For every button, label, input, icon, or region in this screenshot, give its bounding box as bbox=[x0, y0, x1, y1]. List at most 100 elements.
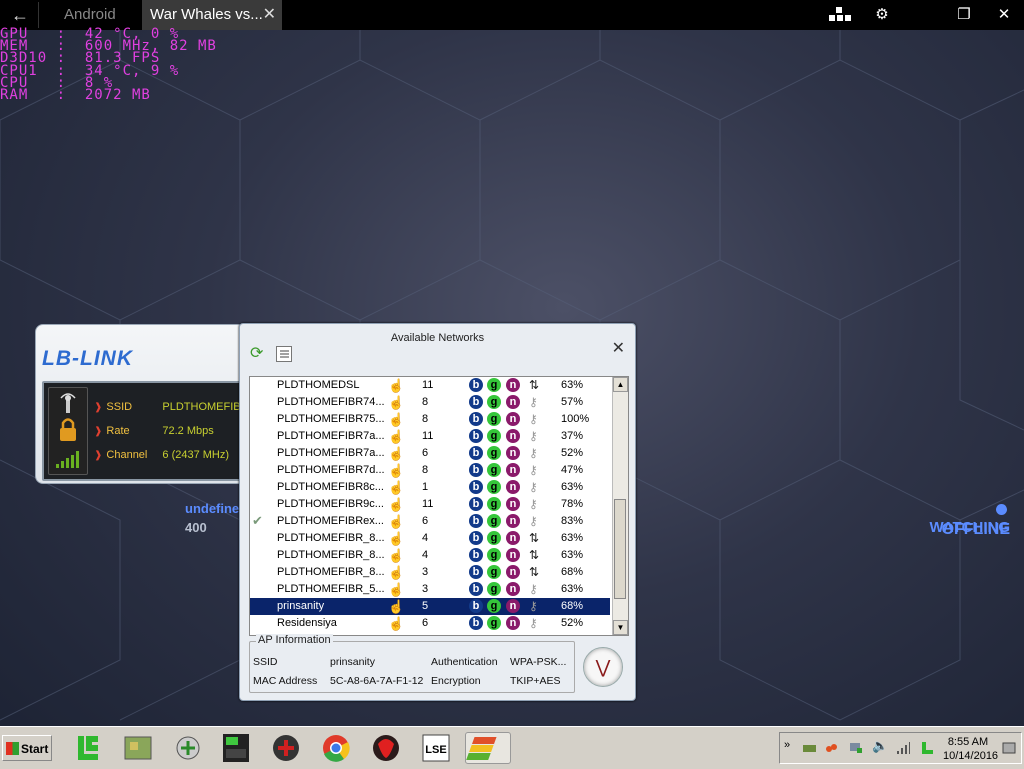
standard-n-icon: n bbox=[506, 412, 520, 426]
show-desktop-icon[interactable] bbox=[1002, 741, 1016, 755]
garena-icon[interactable] bbox=[370, 732, 402, 764]
network-ssid: PLDTHOMEFIBR_8... bbox=[277, 549, 385, 561]
lse-icon[interactable]: LSE bbox=[420, 732, 452, 764]
standard-g-icon: g bbox=[487, 395, 501, 409]
scrollbar[interactable]: ▲ ▼ bbox=[612, 377, 628, 635]
start-button[interactable]: Start bbox=[2, 735, 52, 761]
network-ssid: PLDTHOMEFIBR7a... bbox=[277, 430, 385, 442]
network-row[interactable]: PLDTHOMEFIBR_5... ☝ 3 b g n ⚷ 63% bbox=[250, 581, 610, 598]
network-tray-icon[interactable] bbox=[848, 741, 862, 755]
network-row[interactable]: PLDTHOMEFIBR7a... ☝ 11 b g n ⚷ 37% bbox=[250, 428, 610, 445]
network-row[interactable]: PLDTHOMEDSL ☝ 11 b g n ⇅ 63% bbox=[250, 377, 610, 394]
rate-value: 72.2 Mbps bbox=[162, 425, 214, 437]
crossfire-icon[interactable] bbox=[270, 732, 302, 764]
ssid-label: SSID bbox=[106, 401, 133, 413]
bluestacks-icon[interactable] bbox=[465, 732, 511, 764]
network-channel: 3 bbox=[422, 583, 429, 595]
open-arrows-icon: ⇅ bbox=[529, 378, 540, 392]
network-row[interactable]: PLDTHOMEFIBR9c... ☝ 11 b g n ⚷ 78% bbox=[250, 496, 610, 513]
settings-button[interactable]: ⚙ bbox=[862, 0, 902, 30]
network-ssid: PLDTHOMEFIBR9c... bbox=[277, 498, 384, 510]
network-ssid: PLDTHOMEFIBR7a... bbox=[277, 447, 385, 459]
close-window-icon[interactable]: ✕ bbox=[612, 338, 625, 358]
network-signal-percent: 63% bbox=[561, 379, 584, 391]
network-channel: 4 bbox=[422, 532, 429, 544]
scroll-thumb[interactable] bbox=[614, 499, 626, 599]
scroll-down-icon[interactable]: ▼ bbox=[613, 620, 628, 635]
gpu-z-icon[interactable] bbox=[220, 732, 252, 764]
standard-g-icon: g bbox=[487, 378, 501, 392]
channel-value: 6 (2437 MHz) bbox=[162, 449, 230, 461]
key-icon: ⚷ bbox=[529, 497, 538, 511]
volume-icon[interactable]: 🔈 bbox=[872, 738, 888, 753]
keymap-button[interactable] bbox=[820, 0, 860, 30]
network-row[interactable]: PLDTHOMEFIBR74... ☝ 8 b g n ⚷ 57% bbox=[250, 394, 610, 411]
network-channel: 1 bbox=[422, 481, 429, 493]
standard-b-icon: b bbox=[469, 395, 483, 409]
network-row[interactable]: prinsanity ☝ 5 b g n ⚷ 68% bbox=[250, 598, 610, 615]
open-arrows-icon: ⇅ bbox=[529, 565, 540, 579]
close-button[interactable]: ✕ bbox=[984, 0, 1024, 30]
list-view-icon[interactable] bbox=[276, 346, 292, 362]
key-icon: ⚷ bbox=[529, 395, 538, 409]
lb-link-tray-icon[interactable] bbox=[920, 741, 934, 755]
network-signal-percent: 57% bbox=[561, 396, 584, 408]
network-row[interactable]: PLDTHOMEFIBR_8... ☝ 3 b g n ⇅ 68% bbox=[250, 564, 610, 581]
network-icon[interactable] bbox=[172, 732, 204, 764]
network-row[interactable]: ✔ PLDTHOMEFIBRex... ☝ 6 b g n ⚷ 83% bbox=[250, 513, 610, 530]
wifi-connect-button[interactable]: ⋁ bbox=[583, 647, 623, 687]
scroll-up-icon[interactable]: ▲ bbox=[613, 377, 628, 392]
network-channel: 6 bbox=[422, 515, 429, 527]
signal-hand-icon: ☝ bbox=[388, 480, 405, 495]
network-row[interactable]: Residensiya ☝ 6 b g n ⚷ 52% bbox=[250, 615, 610, 632]
ap-ssid-label: SSID bbox=[253, 656, 278, 668]
lblink-rate-row: ❱ Rate 72.2 Mbps bbox=[94, 425, 214, 437]
gear-icon: ⚙ bbox=[875, 6, 889, 23]
lb-link-icon[interactable] bbox=[72, 732, 104, 764]
key-icon: ⚷ bbox=[529, 582, 538, 596]
cloud-tray-icon[interactable] bbox=[824, 741, 838, 755]
refresh-icon[interactable]: ⟳ bbox=[250, 346, 266, 362]
network-row[interactable]: PLDTHOMEFIBR_8... ☝ 4 b g n ⇅ 63% bbox=[250, 547, 610, 564]
network-channel: 8 bbox=[422, 413, 429, 425]
standard-g-icon: g bbox=[487, 480, 501, 494]
signal-hand-icon: ☝ bbox=[388, 497, 405, 512]
standard-n-icon: n bbox=[506, 497, 520, 511]
lblink-ssid-row: ❱ SSID PLDTHOMEFIB bbox=[94, 401, 241, 413]
network-row[interactable]: PLDTHOMEFIBR8c... ☝ 1 b g n ⚷ 63% bbox=[250, 479, 610, 496]
keymap-icon bbox=[829, 7, 851, 21]
bluestacks-tray-icon[interactable] bbox=[802, 741, 816, 755]
standard-b-icon: b bbox=[469, 599, 483, 613]
lblink-status-box: ❱ SSID PLDTHOMEFIB ❱ Rate 72.2 Mbps ❱ Channel… bbox=[42, 381, 256, 481]
key-icon: ⚷ bbox=[529, 480, 538, 494]
standard-n-icon: n bbox=[506, 378, 520, 392]
standard-n-icon: n bbox=[506, 514, 520, 528]
ap-ssid-value: prinsanity bbox=[330, 656, 375, 668]
standard-n-icon: n bbox=[506, 480, 520, 494]
network-row[interactable]: PLDTHOMEFIBR75... ☝ 8 b g n ⚷ 100% bbox=[250, 411, 610, 428]
signal-hand-icon: ☝ bbox=[388, 412, 405, 427]
network-channel: 8 bbox=[422, 396, 429, 408]
signal-hand-icon: ☝ bbox=[388, 429, 405, 444]
signal-hand-icon: ☝ bbox=[388, 531, 405, 546]
wifi-signal-tray-icon[interactable] bbox=[896, 741, 910, 755]
ap-info-legend: AP Information bbox=[256, 634, 333, 646]
network-row[interactable]: PLDTHOMEFIBR7a... ☝ 6 b g n ⚷ 52% bbox=[250, 445, 610, 462]
chrome-icon[interactable] bbox=[320, 732, 352, 764]
restore-button[interactable]: ❐ bbox=[944, 0, 984, 30]
rate-label: Rate bbox=[106, 425, 130, 437]
ap-enc-label: Encryption bbox=[431, 675, 481, 687]
ap-information-group: AP Information SSID prinsanity Authentic… bbox=[249, 634, 575, 693]
map-icon[interactable] bbox=[122, 732, 154, 764]
network-list[interactable]: ▲ ▼ PLDTHOMEDSL ☝ 11 b g n ⇅ 63% PLDTHOMEFIBR74.… bbox=[249, 376, 629, 636]
network-channel: 11 bbox=[422, 498, 434, 510]
close-tab-icon[interactable]: ✕ bbox=[263, 0, 276, 30]
standard-b-icon: b bbox=[469, 480, 483, 494]
show-hidden-icons[interactable]: » bbox=[784, 739, 798, 753]
network-channel: 5 bbox=[422, 600, 429, 612]
back-button[interactable]: ← bbox=[2, 2, 39, 28]
clock[interactable]: 8:55 AM 10/14/2016 bbox=[943, 735, 998, 763]
network-row[interactable]: PLDTHOMEFIBR7d... ☝ 8 b g n ⚷ 47% bbox=[250, 462, 610, 479]
osd-ram: RAM : 2072 MB bbox=[0, 86, 151, 103]
network-row[interactable]: PLDTHOMEFIBR_8... ☝ 4 b g n ⇅ 63% bbox=[250, 530, 610, 547]
